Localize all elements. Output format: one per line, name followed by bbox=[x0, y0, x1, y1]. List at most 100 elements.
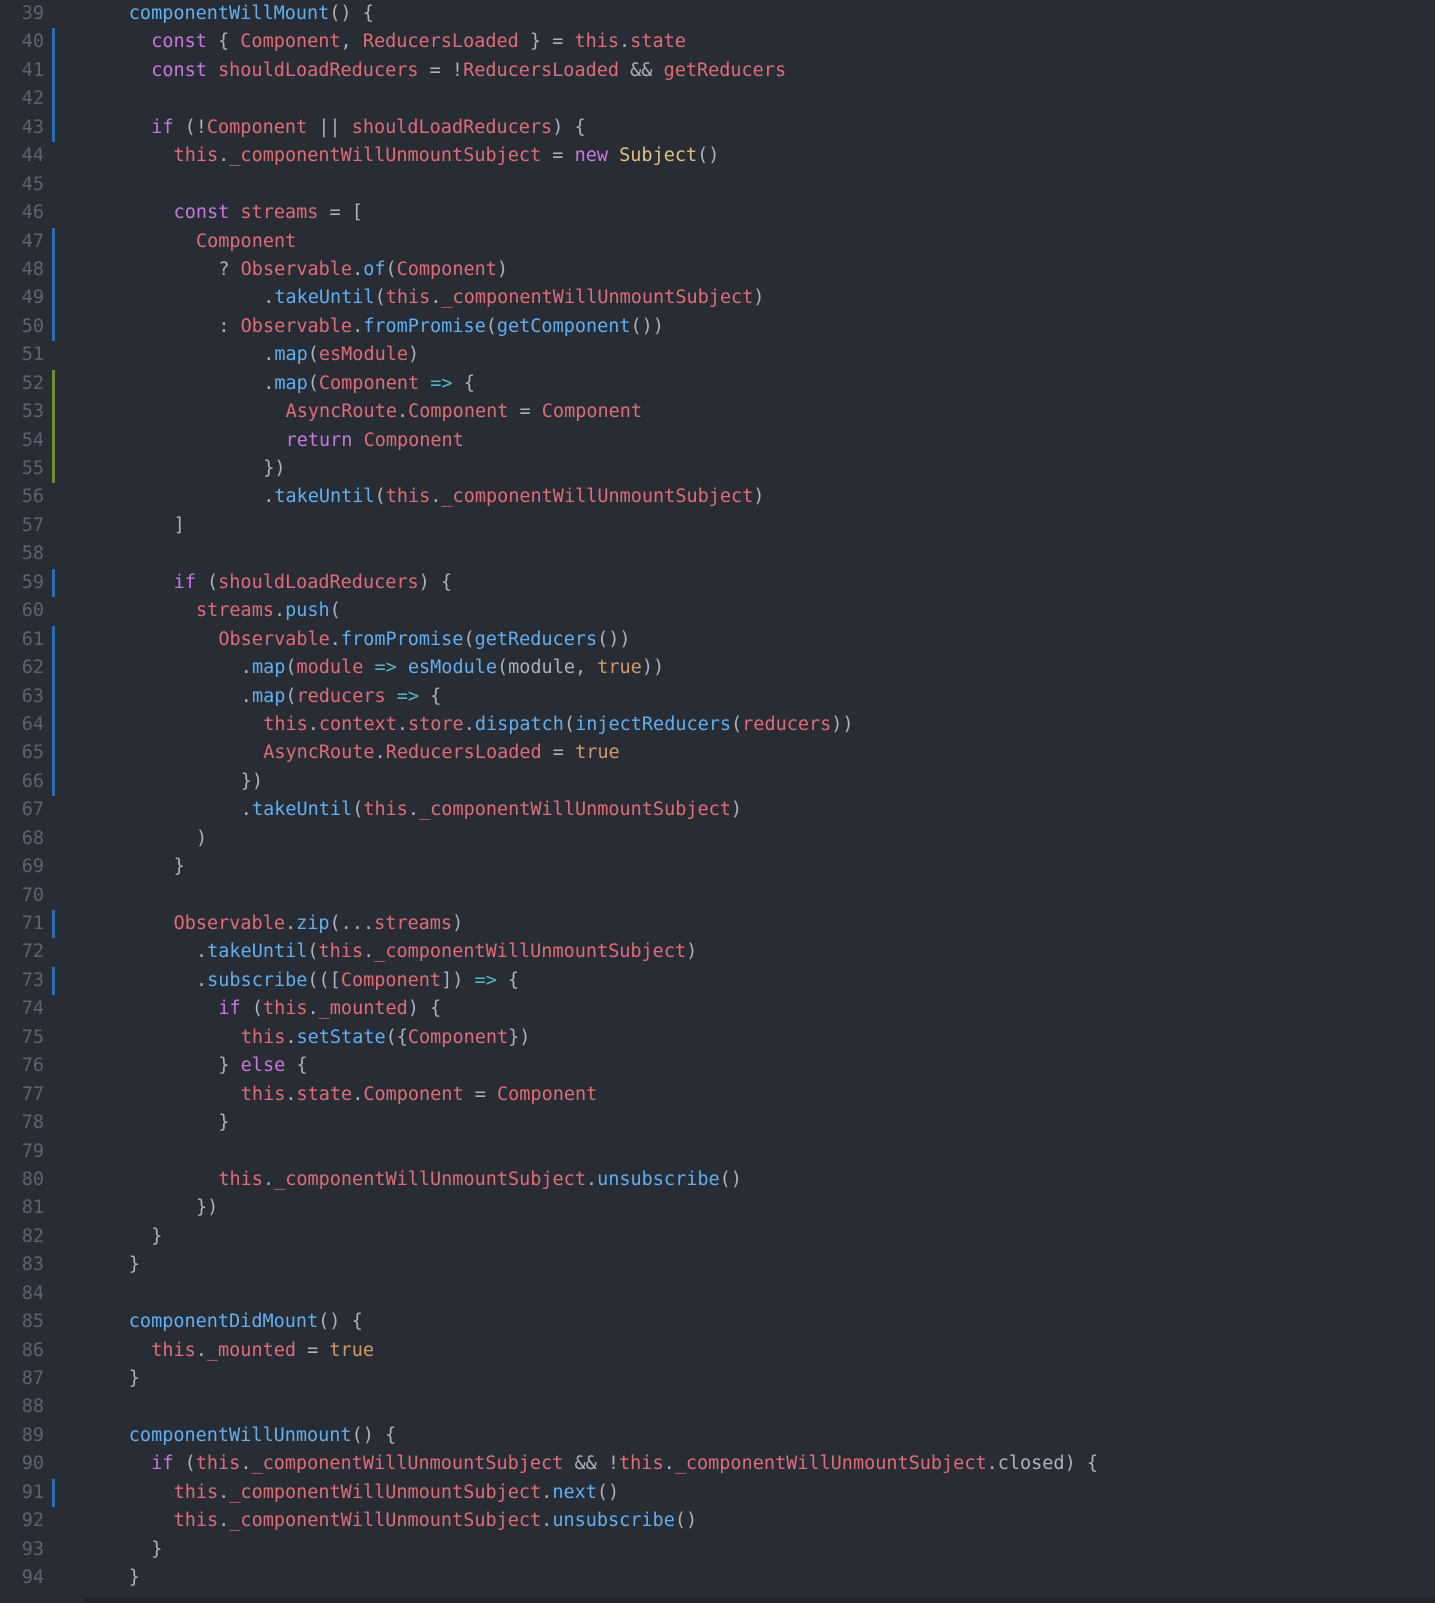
line-number[interactable]: 78 bbox=[0, 1109, 44, 1137]
code-line[interactable]: 62 .map(module => esModule(module, true)) bbox=[0, 654, 1435, 683]
code-line[interactable]: 51 .map(esModule) bbox=[0, 341, 1435, 369]
git-modified-marker[interactable] bbox=[52, 56, 55, 86]
code-line[interactable]: 41 const shouldLoadReducers = !ReducersLo… bbox=[0, 56, 1435, 86]
line-code[interactable]: : Observable.fromPromise(getComponent()) bbox=[218, 313, 664, 341]
line-number[interactable]: 63 bbox=[0, 683, 44, 711]
line-code[interactable]: ? Observable.of(Component) bbox=[218, 256, 508, 284]
code-line[interactable]: 79 bbox=[0, 1138, 1435, 1166]
line-number[interactable]: 53 bbox=[0, 398, 44, 426]
code-line[interactable]: 50: Observable.fromPromise(getComponent(… bbox=[0, 312, 1435, 342]
line-code[interactable]: } bbox=[174, 853, 185, 881]
git-modified-marker[interactable] bbox=[52, 654, 55, 683]
code-line[interactable]: 80 this._componentWillUnmountSubject.unsu… bbox=[0, 1166, 1435, 1194]
code-line[interactable]: 88 bbox=[0, 1393, 1435, 1421]
line-code[interactable]: }) bbox=[241, 768, 263, 796]
line-number[interactable]: 83 bbox=[0, 1251, 44, 1279]
line-number[interactable]: 67 bbox=[0, 796, 44, 824]
line-number[interactable]: 62 bbox=[0, 654, 44, 682]
line-number[interactable]: 93 bbox=[0, 1536, 44, 1564]
line-number[interactable]: 59 bbox=[0, 569, 44, 597]
line-code[interactable]: this._componentWillUnmountSubject.unsubs… bbox=[174, 1507, 698, 1535]
git-modified-marker[interactable] bbox=[52, 710, 55, 740]
code-line[interactable]: 67 .takeUntil(this._componentWillUnmountS… bbox=[0, 796, 1435, 824]
code-line[interactable]: 77 this.state.Component = Component bbox=[0, 1081, 1435, 1109]
line-code[interactable]: } bbox=[129, 1251, 140, 1279]
line-number[interactable]: 45 bbox=[0, 171, 44, 199]
line-number[interactable]: 81 bbox=[0, 1194, 44, 1222]
git-modified-marker[interactable] bbox=[52, 910, 55, 939]
line-number[interactable]: 74 bbox=[0, 995, 44, 1023]
code-line[interactable]: 92 this._componentWillUnmountSubject.unsu… bbox=[0, 1507, 1435, 1535]
code-lines[interactable]: 39 componentWillMount() {40 const { Compon… bbox=[0, 0, 1435, 1593]
git-modified-marker[interactable] bbox=[52, 284, 55, 313]
code-line[interactable]: 55}) bbox=[0, 455, 1435, 484]
code-line[interactable]: 57] bbox=[0, 512, 1435, 540]
code-line[interactable]: 83} bbox=[0, 1251, 1435, 1279]
line-code[interactable]: componentDidMount() { bbox=[129, 1308, 363, 1336]
code-line[interactable]: 39 componentWillMount() { bbox=[0, 0, 1435, 28]
line-number[interactable]: 80 bbox=[0, 1166, 44, 1194]
line-number[interactable]: 58 bbox=[0, 540, 44, 568]
line-number[interactable]: 52 bbox=[0, 370, 44, 398]
code-line[interactable]: 76} else { bbox=[0, 1052, 1435, 1080]
line-number[interactable]: 56 bbox=[0, 483, 44, 511]
git-modified-marker[interactable] bbox=[52, 227, 55, 256]
line-code[interactable]: .subscribe(([Component]) => { bbox=[196, 967, 519, 995]
line-number[interactable]: 86 bbox=[0, 1337, 44, 1365]
git-added-marker[interactable] bbox=[52, 369, 55, 399]
line-number[interactable]: 42 bbox=[0, 85, 44, 113]
git-modified-marker[interactable] bbox=[52, 85, 55, 114]
code-line[interactable]: 91 this._componentWillUnmountSubject.next… bbox=[0, 1478, 1435, 1508]
line-number[interactable]: 82 bbox=[0, 1223, 44, 1251]
code-line[interactable]: 75 this.setState({Component}) bbox=[0, 1024, 1435, 1052]
line-number[interactable]: 75 bbox=[0, 1024, 44, 1052]
git-added-marker[interactable] bbox=[52, 455, 55, 484]
line-number[interactable]: 49 bbox=[0, 284, 44, 312]
code-line[interactable]: 44 this._componentWillUnmountSubject = ne… bbox=[0, 142, 1435, 170]
line-code[interactable]: componentWillMount() { bbox=[129, 0, 374, 28]
code-line[interactable]: 81}) bbox=[0, 1194, 1435, 1222]
line-code[interactable]: } bbox=[129, 1365, 140, 1393]
git-modified-marker[interactable] bbox=[52, 739, 55, 768]
git-modified-marker[interactable] bbox=[52, 312, 55, 342]
code-line[interactable]: 86 this._mounted = true bbox=[0, 1337, 1435, 1365]
line-code[interactable]: this.state.Component = Component bbox=[241, 1081, 597, 1109]
line-code[interactable]: .takeUntil(this._componentWillUnmountSub… bbox=[196, 938, 697, 966]
line-number[interactable]: 61 bbox=[0, 626, 44, 654]
code-line[interactable]: 63 .map(reducers => { bbox=[0, 682, 1435, 711]
code-line[interactable]: 74 if (this._mounted) { bbox=[0, 995, 1435, 1023]
line-number[interactable]: 69 bbox=[0, 853, 44, 881]
code-line[interactable]: 85 componentDidMount() { bbox=[0, 1308, 1435, 1336]
code-line[interactable]: 64 this.context.store.dispatch(injectRedu… bbox=[0, 710, 1435, 740]
line-number[interactable]: 84 bbox=[0, 1280, 44, 1308]
line-code[interactable]: ] bbox=[174, 512, 185, 540]
code-line[interactable]: 68) bbox=[0, 825, 1435, 853]
line-number[interactable]: 94 bbox=[0, 1564, 44, 1592]
line-code[interactable]: Observable.fromPromise(getReducers()) bbox=[218, 626, 630, 654]
code-line[interactable]: 61 Observable.fromPromise(getReducers()) bbox=[0, 625, 1435, 655]
line-number[interactable]: 89 bbox=[0, 1422, 44, 1450]
line-number[interactable]: 44 bbox=[0, 142, 44, 170]
line-number[interactable]: 64 bbox=[0, 711, 44, 739]
line-number[interactable]: 47 bbox=[0, 228, 44, 256]
git-modified-marker[interactable] bbox=[52, 1478, 55, 1508]
code-line[interactable]: 47 Component bbox=[0, 227, 1435, 256]
line-code[interactable]: return Component bbox=[286, 427, 464, 455]
code-line[interactable]: 52 .map(Component => { bbox=[0, 369, 1435, 399]
code-line[interactable]: 65 AsyncRoute.ReducersLoaded = true bbox=[0, 739, 1435, 768]
line-code[interactable]: const streams = [ bbox=[174, 199, 363, 227]
line-number[interactable]: 41 bbox=[0, 57, 44, 85]
code-editor[interactable]: 39 componentWillMount() {40 const { Compon… bbox=[0, 0, 1435, 1603]
line-number[interactable]: 48 bbox=[0, 256, 44, 284]
code-line[interactable]: 60 streams.push( bbox=[0, 597, 1435, 625]
line-number[interactable]: 77 bbox=[0, 1081, 44, 1109]
line-code[interactable]: } bbox=[151, 1223, 162, 1251]
line-code[interactable]: } bbox=[218, 1109, 229, 1137]
git-added-marker[interactable] bbox=[52, 426, 55, 455]
git-added-marker[interactable] bbox=[52, 398, 55, 427]
code-line[interactable]: 93} bbox=[0, 1536, 1435, 1564]
line-code[interactable]: this.context.store.dispatch(injectReduce… bbox=[263, 711, 853, 739]
git-modified-marker[interactable] bbox=[52, 28, 55, 57]
line-code[interactable]: }) bbox=[263, 455, 285, 483]
line-number[interactable]: 65 bbox=[0, 739, 44, 767]
